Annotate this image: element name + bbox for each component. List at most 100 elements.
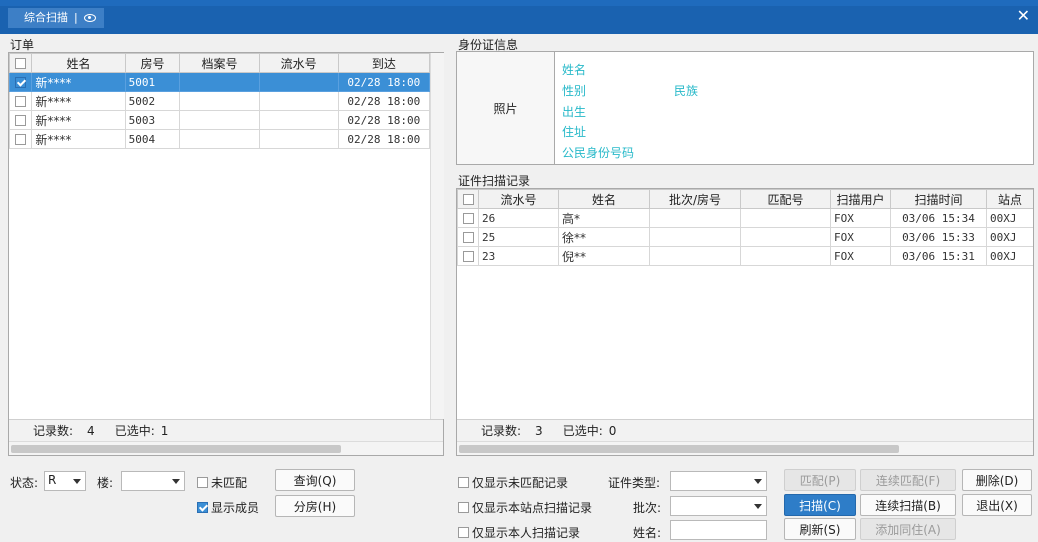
only-unmatched-row[interactable]: 仅显示未匹配记录 — [458, 474, 568, 491]
scan-horizontal-scrollbar[interactable] — [457, 441, 1033, 455]
cert-type-select[interactable] — [670, 471, 767, 491]
title-top-strip — [0, 0, 1038, 6]
scan-table-row[interactable]: 23 倪** FOX 03/06 15:31 00XJ — [457, 246, 1033, 266]
scan-row-checkbox-cell[interactable] — [457, 246, 479, 266]
row-checkbox[interactable] — [15, 96, 27, 107]
scan-row-checkbox-cell[interactable] — [457, 227, 479, 247]
scan-select-all-checkbox[interactable] — [462, 194, 474, 205]
only-mine-label: 仅显示本人扫描记录 — [472, 526, 581, 540]
scan-col-serial[interactable]: 流水号 — [478, 189, 559, 209]
show-members-checkbox[interactable] — [197, 502, 208, 513]
only-mine-checkbox[interactable] — [458, 527, 469, 538]
orders-table-row[interactable]: 新**** 5003 02/28 18:00 — [8, 110, 431, 130]
close-icon[interactable]: ✕ — [1017, 8, 1030, 24]
orders-table: 姓名 房号 档案号 流水号 到达 新**** 5001 02/28 18:00 新**… — [8, 53, 431, 149]
scan-col-user[interactable]: 扫描用户 — [830, 189, 891, 209]
only-site-row[interactable]: 仅显示本站点扫描记录 — [458, 499, 592, 516]
scan-row-checkbox-cell[interactable] — [457, 208, 479, 228]
unmatched-checkbox-row[interactable]: 未匹配 — [197, 474, 247, 491]
scan-col-name[interactable]: 姓名 — [558, 189, 650, 209]
continuous-scan-button[interactable]: 连续扫描(B) — [860, 494, 956, 516]
status-select[interactable]: R — [44, 471, 86, 491]
tab-comprehensive-scan[interactable]: 综合扫描 | — [8, 8, 104, 28]
orders-col-file-no[interactable]: 档案号 — [179, 53, 260, 73]
scan-table-row[interactable]: 26 高* FOX 03/06 15:34 00XJ — [457, 208, 1033, 228]
scan-match-no-cell — [740, 246, 831, 266]
show-members-label: 显示成员 — [211, 501, 260, 515]
scan-user-cell: FOX — [830, 208, 891, 228]
row-checkbox-cell[interactable] — [8, 129, 33, 149]
orders-hscroll-thumb[interactable] — [11, 445, 341, 453]
orders-count-value: 4 — [87, 423, 95, 438]
only-site-checkbox[interactable] — [458, 502, 469, 513]
order-serial-cell — [258, 129, 339, 149]
scan-select-all[interactable] — [457, 189, 479, 209]
row-checkbox-cell[interactable] — [8, 110, 33, 130]
status-value: R — [48, 473, 57, 487]
scan-row-checkbox[interactable] — [462, 251, 474, 262]
match-button[interactable]: 匹配(P) — [784, 469, 856, 491]
orders-col-name[interactable]: 姓名 — [31, 53, 126, 73]
show-members-checkbox-row[interactable]: 显示成员 — [197, 499, 259, 516]
add-companion-button[interactable]: 添加同住(A) — [860, 518, 956, 540]
batch-select[interactable] — [670, 496, 767, 516]
scan-batch-room-cell — [649, 208, 741, 228]
orders-select-all[interactable] — [8, 53, 33, 73]
orders-table-row[interactable]: 新**** 5001 02/28 18:00 — [8, 72, 431, 92]
order-name-cell: 新**** — [31, 91, 126, 111]
row-checkbox[interactable] — [15, 134, 27, 145]
orders-horizontal-scrollbar[interactable] — [9, 441, 443, 455]
eye-icon[interactable] — [83, 14, 96, 22]
scan-time-cell: 03/06 15:31 — [890, 246, 987, 266]
scan-batch-room-cell — [649, 227, 741, 247]
chevron-down-icon — [172, 479, 180, 484]
orders-col-arrival[interactable]: 到达 — [337, 53, 431, 73]
scan-col-match-no[interactable]: 匹配号 — [740, 189, 831, 209]
order-serial-cell — [258, 110, 339, 130]
only-mine-row[interactable]: 仅显示本人扫描记录 — [458, 524, 580, 541]
scan-user-cell: FOX — [830, 227, 891, 247]
scan-button[interactable]: 扫描(C) — [784, 494, 856, 516]
scan-site-cell: 00XJ — [986, 208, 1033, 228]
name-label: 姓名: — [633, 526, 662, 540]
only-site-label: 仅显示本站点扫描记录 — [472, 501, 593, 515]
scan-row-checkbox[interactable] — [462, 232, 474, 243]
assign-room-button[interactable]: 分房(H) — [275, 495, 355, 517]
continuous-match-button[interactable]: 连续匹配(F) — [860, 469, 956, 491]
query-button[interactable]: 查询(Q) — [275, 469, 355, 491]
refresh-button[interactable]: 刷新(S) — [784, 518, 856, 540]
only-unmatched-label: 仅显示未匹配记录 — [472, 476, 569, 490]
id-card-panel: 照片 姓名 性别 民族 出生 住址 公民身份号码 — [456, 51, 1034, 165]
row-checkbox[interactable] — [15, 115, 27, 126]
orders-col-serial[interactable]: 流水号 — [258, 53, 339, 73]
unmatched-checkbox[interactable] — [197, 477, 208, 488]
name-input[interactable] — [670, 520, 767, 540]
scan-selected-value: 0 — [608, 423, 617, 438]
only-unmatched-checkbox[interactable] — [458, 477, 469, 488]
cert-type-label: 证件类型: — [608, 476, 661, 490]
scan-row-checkbox[interactable] — [462, 213, 474, 224]
id-field-birth: 出生 — [562, 105, 587, 119]
scan-col-batch-room[interactable]: 批次/房号 — [649, 189, 741, 209]
row-checkbox-cell[interactable] — [8, 72, 33, 92]
scan-col-time[interactable]: 扫描时间 — [890, 189, 987, 209]
orders-vertical-scrollbar[interactable] — [430, 53, 444, 419]
scan-col-site[interactable]: 站点 — [986, 189, 1033, 209]
scan-table-row[interactable]: 25 徐** FOX 03/06 15:33 00XJ — [457, 227, 1033, 247]
tab-title: 综合扫描 — [24, 11, 68, 24]
orders-col-room[interactable]: 房号 — [124, 53, 181, 73]
scan-site-cell: 00XJ — [986, 246, 1033, 266]
building-select[interactable] — [121, 471, 185, 491]
order-file-no-cell — [179, 110, 260, 130]
orders-table-row[interactable]: 新**** 5004 02/28 18:00 — [8, 129, 431, 149]
select-all-checkbox[interactable] — [15, 58, 27, 69]
row-checkbox[interactable] — [15, 77, 27, 88]
row-checkbox-cell[interactable] — [8, 91, 33, 111]
scan-time-cell: 03/06 15:33 — [890, 227, 987, 247]
exit-button[interactable]: 退出(X) — [962, 494, 1032, 516]
order-name-cell: 新**** — [31, 110, 126, 130]
scan-hscroll-thumb[interactable] — [459, 445, 899, 453]
delete-button[interactable]: 删除(D) — [962, 469, 1032, 491]
orders-table-row[interactable]: 新**** 5002 02/28 18:00 — [8, 91, 431, 111]
scan-count-label: 记录数: — [481, 424, 522, 438]
